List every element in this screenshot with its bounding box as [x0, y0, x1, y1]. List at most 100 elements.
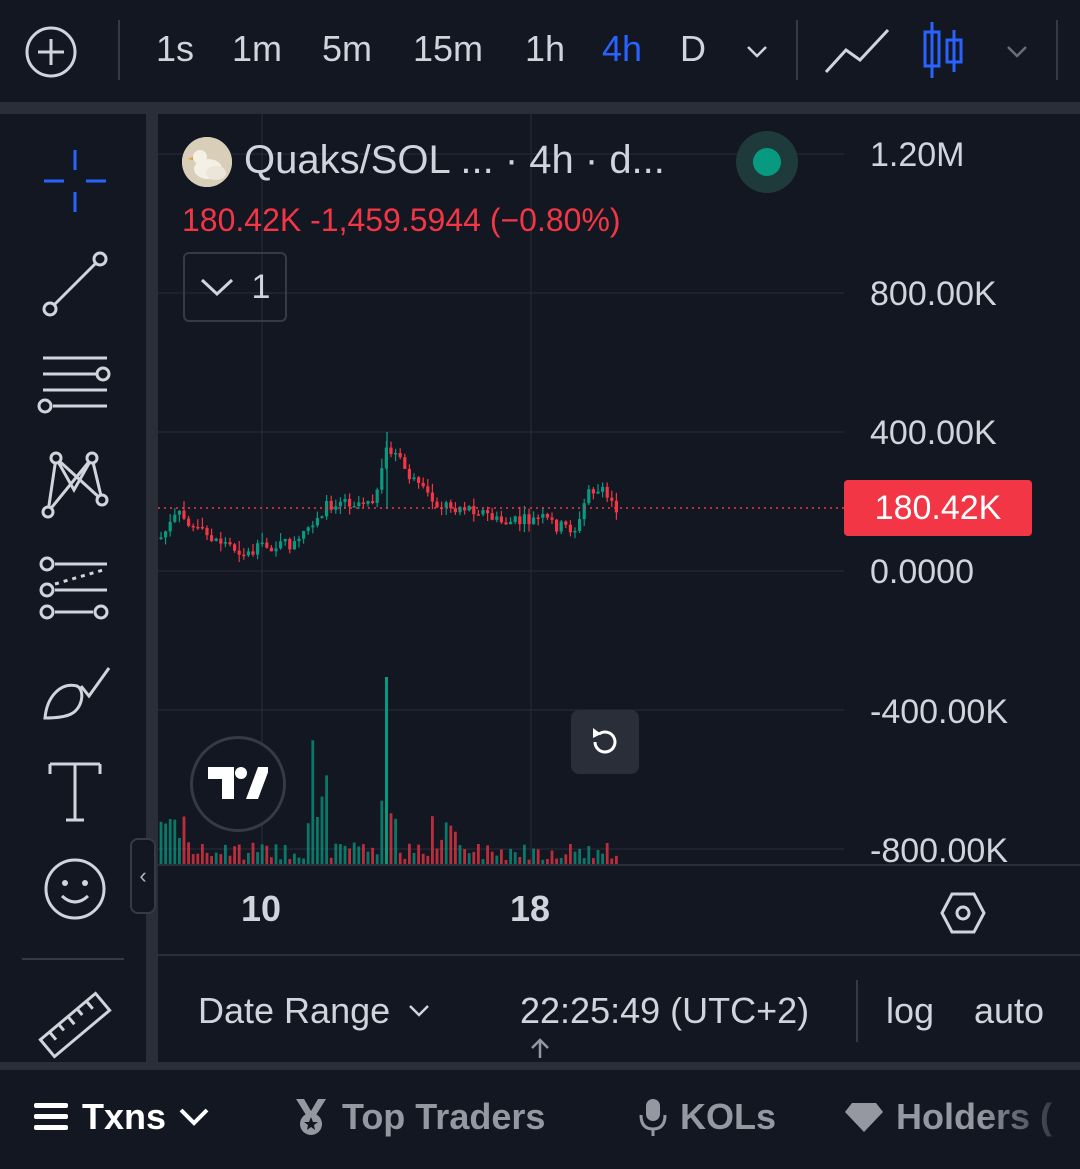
timeframe-d[interactable]: D	[680, 28, 706, 70]
volume-bar	[587, 845, 591, 864]
line-chart-icon[interactable]	[824, 26, 890, 76]
volume-bar	[233, 846, 236, 864]
candle-body	[380, 468, 384, 490]
trend-line-tool[interactable]	[30, 249, 120, 319]
brush-tool[interactable]	[30, 656, 120, 726]
tab-kols[interactable]: KOLs	[638, 1096, 776, 1138]
volume-bar	[495, 855, 499, 864]
text-icon	[48, 762, 102, 822]
candle-body	[426, 486, 430, 493]
candle-body	[366, 501, 370, 504]
horizontal-lines-icon	[37, 356, 111, 414]
candle-body	[343, 498, 347, 502]
volume-bar	[615, 855, 618, 864]
chevron-down-icon	[179, 1108, 209, 1126]
emoji-icon	[44, 858, 106, 920]
candle-body	[407, 468, 411, 480]
tradingview-logo[interactable]	[190, 736, 286, 832]
timeframe-1s[interactable]: 1s	[156, 28, 194, 70]
volume-bar	[601, 853, 604, 864]
hexagon-settings-icon[interactable]	[940, 890, 986, 936]
candle-body	[559, 521, 563, 532]
crosshair-tool[interactable]	[30, 146, 120, 216]
volume-bar	[375, 854, 379, 864]
chevron-down-icon[interactable]	[744, 38, 770, 64]
text-tool[interactable]	[30, 756, 120, 826]
candle-body	[302, 530, 306, 539]
candle-body	[292, 541, 296, 550]
clock-timezone[interactable]: 22:25:49 (UTC+2)	[520, 990, 809, 1032]
candle-body	[532, 517, 536, 525]
candle-body	[173, 514, 177, 522]
candle-body	[541, 514, 545, 518]
reset-chart-button[interactable]	[571, 710, 639, 774]
volume-bar	[168, 819, 172, 864]
volume-bar	[164, 823, 167, 864]
medal-icon	[296, 1099, 326, 1135]
candle-body	[536, 517, 540, 519]
volume-bar	[458, 845, 462, 864]
market-status-indicator[interactable]	[736, 131, 798, 193]
candlestick-icon[interactable]	[920, 20, 966, 80]
candle-body	[334, 506, 338, 510]
volume-bar	[205, 852, 209, 864]
timeframe-5m[interactable]: 5m	[322, 28, 372, 70]
timeframe-15m[interactable]: 15m	[413, 28, 483, 70]
volume-bar	[311, 740, 315, 864]
tab-txns[interactable]: Txns	[34, 1096, 210, 1138]
plus-circle-icon[interactable]	[24, 25, 78, 79]
tab-overflow-fade	[980, 1070, 1080, 1169]
fib-tool[interactable]	[30, 554, 120, 624]
price-axis-label: 0.0000	[870, 553, 974, 591]
time-axis-label: 10	[241, 888, 282, 929]
candle-body	[159, 537, 163, 539]
time-axis-label: 18	[510, 888, 551, 929]
refresh-icon	[593, 728, 617, 754]
candle-body	[297, 538, 301, 542]
emoji-tool[interactable]	[30, 854, 120, 924]
volume-bar	[486, 845, 489, 864]
volume-bar	[412, 852, 416, 864]
series-count: 1	[251, 267, 271, 306]
candle-body	[182, 510, 186, 519]
candle-body	[486, 510, 490, 514]
volume-bar	[408, 843, 411, 864]
timeframe-4h[interactable]: 4h	[602, 28, 642, 70]
timeframe-1m[interactable]: 1m	[232, 28, 282, 70]
candle-body	[403, 457, 407, 469]
volume-bar	[265, 845, 269, 864]
volume-bar	[385, 677, 388, 864]
volume-bar	[509, 848, 512, 864]
candle-body	[251, 551, 255, 555]
candle-body	[449, 502, 453, 509]
series-toggle-button[interactable]: 1	[183, 252, 287, 322]
candle-body	[219, 538, 223, 544]
timeframe-toolbar: 1s 1m 5m 15m 1h 4h D	[0, 0, 1080, 102]
horizontal-lines-tool[interactable]	[30, 350, 120, 420]
ruler-tool[interactable]	[30, 990, 120, 1060]
chevron-down-icon	[200, 278, 233, 297]
candle-body	[564, 521, 568, 525]
candle-body	[269, 547, 273, 552]
timeframe-1h[interactable]: 1h	[525, 28, 565, 70]
volume-bar	[513, 852, 517, 864]
candle-body	[311, 525, 315, 528]
volume-bar	[283, 845, 287, 864]
collapse-toolbar-button[interactable]: ‹	[130, 838, 156, 914]
ruler-icon	[38, 991, 112, 1059]
volume-bar	[444, 822, 448, 864]
tab-kols-label: KOLs	[680, 1096, 777, 1137]
log-scale-toggle[interactable]: log	[886, 990, 934, 1032]
candle-body	[196, 526, 200, 529]
pattern-tool[interactable]	[30, 450, 120, 520]
auto-scale-toggle[interactable]: auto	[974, 990, 1044, 1032]
tradingview-logo-icon	[208, 767, 268, 799]
candle-body	[398, 452, 402, 458]
chevron-down-icon[interactable]	[1004, 38, 1030, 64]
date-range-dropdown[interactable]: Date Range	[198, 990, 430, 1032]
tab-top-traders[interactable]: Top Traders	[292, 1096, 545, 1138]
volume-bar	[191, 854, 195, 864]
volume-bar	[394, 818, 397, 864]
symbol-title[interactable]: Quaks/SOL ... · 4h · d...	[244, 138, 665, 183]
bottom-controls-border	[158, 954, 1080, 956]
